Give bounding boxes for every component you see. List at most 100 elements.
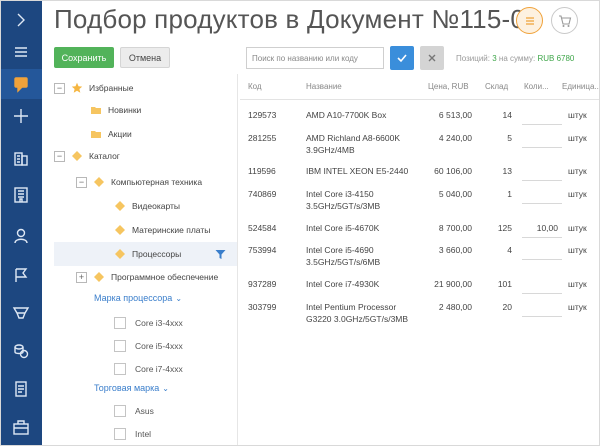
tree-item-promotions[interactable]: Акции: [90, 124, 132, 144]
cell-name: AMD Richland A8-6600K: [306, 133, 401, 143]
column-header-stock[interactable]: Склад: [485, 82, 508, 91]
column-header-code[interactable]: Код: [248, 82, 262, 91]
filter-option[interactable]: Core i3-4xxx: [114, 316, 183, 330]
briefcase-icon[interactable]: [0, 412, 42, 442]
plus-icon[interactable]: [0, 101, 42, 131]
diamond-icon: [93, 176, 105, 188]
checkbox[interactable]: [114, 405, 126, 417]
close-icon: [428, 54, 436, 62]
filter-option[interactable]: Asus: [114, 404, 154, 418]
chevron-right-icon[interactable]: [0, 5, 42, 35]
cell-code: 753994: [248, 245, 277, 255]
checkbox[interactable]: [114, 340, 126, 352]
filter-option-label: Asus: [135, 406, 154, 416]
tree-item-new[interactable]: Новинки: [90, 100, 141, 120]
cell-name: Intel Core i7-4930K: [306, 279, 380, 289]
menu-icon[interactable]: [0, 37, 42, 67]
quantity-input[interactable]: 10,00: [522, 218, 562, 238]
cell-unit: штук: [568, 223, 587, 233]
quantity-input[interactable]: [522, 105, 562, 125]
quantity-input[interactable]: [522, 274, 562, 294]
cell-stock: 5: [507, 133, 512, 143]
selection-summary: Позиций: 3 на сумму: RUB 6780: [456, 54, 600, 63]
clear-search-button[interactable]: [420, 46, 444, 70]
tree-item-motherboards[interactable]: Материнские платы: [114, 220, 210, 240]
cell-code: 303799: [248, 302, 277, 312]
tree-label: Программное обеспечение: [111, 272, 219, 282]
tree-label: Видеокарты: [132, 201, 181, 211]
summary-mid: на сумму:: [498, 54, 536, 63]
building-icon[interactable]: [0, 143, 42, 173]
cell-price: 60 106,00: [434, 166, 472, 176]
filter-option[interactable]: Core i5-4xxx: [114, 339, 183, 353]
diamond-icon: [114, 248, 126, 260]
document-icon[interactable]: [0, 374, 42, 404]
tree-item-catalog[interactable]: − Каталог: [54, 146, 120, 166]
tree-item-favorites[interactable]: − Избранные: [54, 78, 133, 98]
cell-code: 740869: [248, 189, 277, 199]
cell-unit: штук: [568, 133, 587, 143]
category-tree: − Избранные Новинки Акции − Каталог − Ко…: [42, 74, 238, 446]
diamond-icon: [93, 271, 105, 283]
tree-item-processors[interactable]: Процессоры: [54, 242, 237, 266]
cell-name: Intel Core i5-4670K: [306, 223, 380, 233]
checkbox[interactable]: [114, 363, 126, 375]
cell-stock: 101: [497, 279, 512, 289]
cancel-button[interactable]: Отмена: [120, 47, 170, 68]
header-divider: [240, 99, 600, 100]
collapse-toggle[interactable]: −: [54, 82, 65, 94]
cell-unit: штук: [568, 110, 587, 120]
filter-option[interactable]: Core i7-4xxx: [114, 362, 183, 376]
filter-group-title: Марка процессора: [94, 293, 173, 303]
summary-amount: RUB 6780: [537, 54, 575, 63]
tree-label: Материнские платы: [132, 225, 211, 235]
diamond-icon: [114, 200, 126, 212]
tree-item-software[interactable]: + Программное обеспечение: [76, 267, 218, 287]
tree-item-computers[interactable]: − Компьютерная техника: [76, 172, 202, 192]
collapse-toggle[interactable]: −: [54, 150, 65, 162]
cell-stock: 13: [502, 166, 512, 176]
list-view-button[interactable]: [516, 7, 543, 34]
quantity-input[interactable]: [522, 240, 562, 260]
flag-icon[interactable]: [0, 260, 42, 290]
column-header-price[interactable]: Цена, RUB: [428, 82, 469, 91]
quantity-input[interactable]: [522, 184, 562, 204]
user-icon[interactable]: [0, 221, 42, 251]
company-icon[interactable]: [0, 180, 42, 210]
tree-label: Избранные: [89, 83, 134, 93]
column-header-quantity[interactable]: Коли...: [524, 82, 549, 91]
tree-label: Акции: [108, 129, 132, 139]
quantity-input[interactable]: [522, 161, 562, 181]
coins-icon[interactable]: [0, 336, 42, 366]
apply-search-button[interactable]: [390, 46, 414, 70]
filter-icon[interactable]: [215, 249, 226, 260]
star-icon: [71, 82, 83, 94]
collapse-toggle[interactable]: −: [76, 176, 87, 188]
cell-stock: 14: [502, 110, 512, 120]
checkbox[interactable]: [114, 428, 126, 440]
tree-label: Компьютерная техника: [111, 177, 203, 187]
cell-name: Intel Pentium Processor: [306, 302, 397, 312]
checkbox[interactable]: [114, 317, 126, 329]
summary-prefix: Позиций:: [456, 54, 490, 63]
filter-group-trade-mark[interactable]: Торговая марка ⌄: [94, 383, 169, 393]
filter-group-processor-brand[interactable]: Марка процессора ⌄: [94, 293, 182, 303]
column-header-unit[interactable]: Единица...: [562, 82, 600, 91]
tree-item-video-cards[interactable]: Видеокарты: [114, 196, 180, 216]
chevron-down-icon: ⌄: [162, 384, 169, 393]
search-input[interactable]: [246, 47, 384, 69]
quantity-input[interactable]: [522, 297, 562, 317]
save-button[interactable]: Сохранить: [54, 47, 114, 68]
column-header-name[interactable]: Название: [306, 82, 342, 91]
diamond-icon: [114, 224, 126, 236]
expand-toggle[interactable]: +: [76, 271, 87, 283]
quantity-input[interactable]: [522, 128, 562, 148]
cell-price: 5 040,00: [438, 189, 472, 199]
cell-stock: 1: [507, 189, 512, 199]
cell-unit: штук: [568, 166, 587, 176]
filter-option[interactable]: Intel: [114, 427, 151, 441]
cart-button[interactable]: [551, 7, 578, 34]
cell-price: 21 900,00: [434, 279, 472, 289]
chat-icon[interactable]: [0, 69, 42, 99]
funnel-icon[interactable]: [0, 298, 42, 328]
